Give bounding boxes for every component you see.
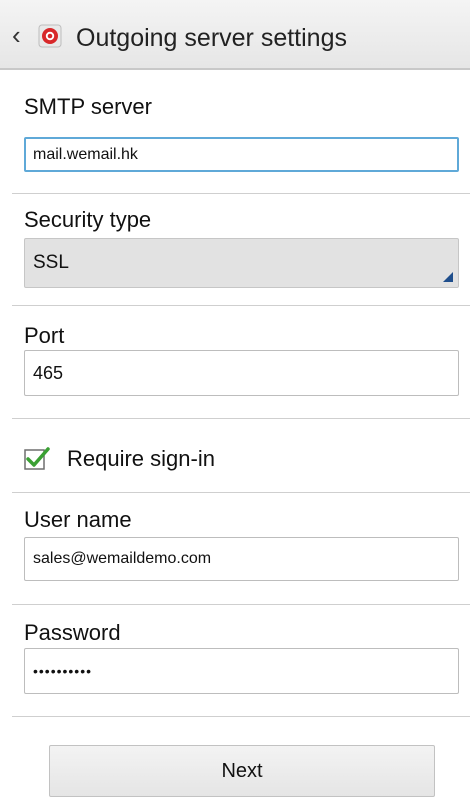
checkbox-checked-icon[interactable] bbox=[24, 446, 50, 470]
security-type-label: Security type bbox=[24, 207, 152, 232]
smtp-server-label: SMTP server bbox=[24, 94, 152, 119]
divider bbox=[12, 716, 470, 717]
port-input[interactable]: 465 bbox=[24, 350, 459, 396]
security-type-value: SSL bbox=[33, 252, 69, 273]
divider bbox=[12, 604, 470, 605]
smtp-server-input[interactable]: mail.wemail.hk bbox=[24, 137, 459, 172]
email-app-icon[interactable] bbox=[38, 24, 62, 48]
divider bbox=[12, 492, 470, 493]
dropdown-corner-icon bbox=[443, 272, 453, 282]
divider bbox=[12, 305, 470, 306]
chevron-left-icon[interactable]: ‹ bbox=[12, 22, 21, 48]
security-type-select[interactable]: SSL bbox=[24, 238, 459, 288]
action-bar: ‹ Outgoing server settings bbox=[0, 0, 470, 70]
port-label: Port bbox=[24, 323, 65, 348]
password-input[interactable]: •••••••••• bbox=[24, 648, 459, 694]
next-button[interactable]: Next bbox=[49, 745, 435, 797]
user-name-input[interactable]: sales@wemaildemo.com bbox=[24, 537, 459, 581]
divider bbox=[12, 418, 470, 419]
user-name-label: User name bbox=[24, 507, 132, 532]
page-title: Outgoing server settings bbox=[76, 24, 347, 52]
password-label: Password bbox=[24, 620, 121, 645]
require-signin-label: Require sign-in bbox=[67, 446, 215, 471]
divider bbox=[12, 193, 470, 194]
